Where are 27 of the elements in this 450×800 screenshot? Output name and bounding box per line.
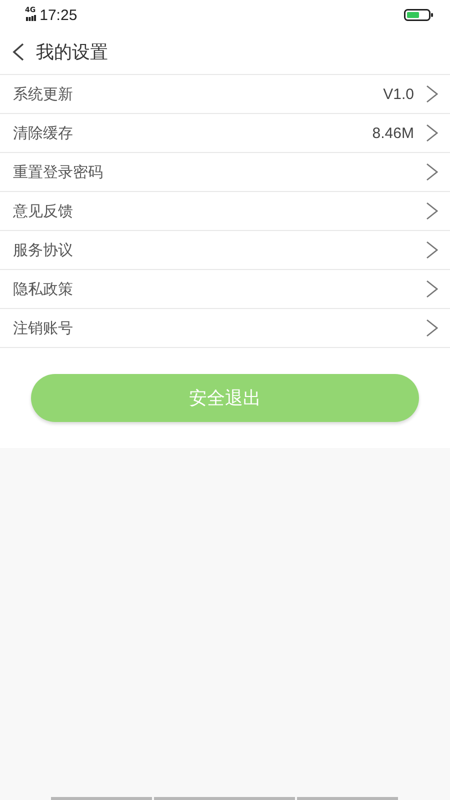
row-label: 清除缓存 [13, 124, 73, 142]
row-label: 意见反馈 [13, 202, 73, 220]
battery-icon [404, 9, 434, 21]
row-label: 注销账号 [13, 318, 73, 338]
chevron-icon [426, 124, 438, 142]
row-label: 重置登录密码 [13, 162, 103, 182]
chevron-icon [426, 202, 438, 220]
chevron-icon [426, 163, 438, 181]
status-time: 17:25 [40, 6, 78, 24]
chevron-icon [426, 241, 438, 259]
row-label: 系统更新 [13, 84, 73, 104]
settings-row[interactable]: 隐私政策 [0, 270, 450, 309]
settings-row[interactable]: 重置登录密码 [0, 153, 450, 192]
settings-row[interactable]: 意见反馈 [0, 192, 450, 231]
back-icon [12, 43, 24, 61]
settings-row[interactable]: 清除缓存 8.46M [0, 114, 450, 153]
settings-row[interactable]: 服务协议 [0, 231, 450, 270]
signal-icon [26, 15, 36, 21]
row-label: 隐私政策 [13, 280, 73, 298]
chevron-icon [426, 85, 438, 103]
page-title: 我的设置 [36, 41, 108, 64]
row-label: 服务协议 [13, 240, 73, 260]
row-value: V1.0 [383, 86, 414, 102]
settings-row[interactable]: 系统更新 V1.0 [0, 75, 450, 114]
chevron-icon [426, 319, 438, 337]
chevron-icon [426, 280, 438, 298]
row-value: 8.46M [372, 124, 414, 142]
